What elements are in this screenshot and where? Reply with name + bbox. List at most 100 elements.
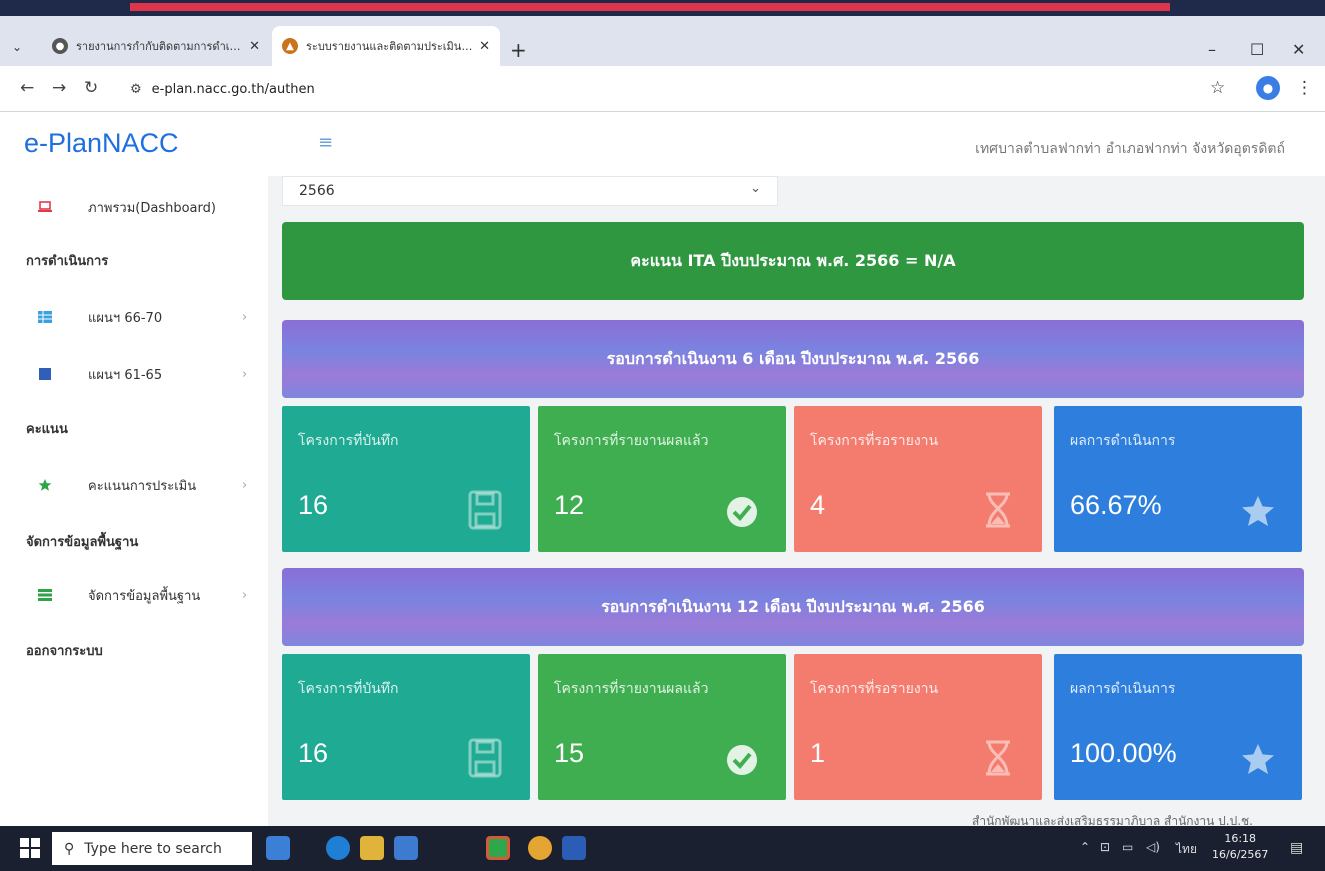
round-title: รอบการดำเนินงาน 6 เดือน ปีงบประมาณ พ.ศ. … bbox=[606, 348, 980, 368]
chevron-right-icon: › bbox=[242, 366, 248, 382]
sidebar-item-label: แผนฯ 61-65 bbox=[88, 367, 163, 383]
chevron-right-icon: › bbox=[242, 309, 248, 325]
notification-icon[interactable]: ▤ bbox=[1290, 840, 1303, 856]
sidebar-item-label: คะแนนการประเมิน bbox=[88, 478, 197, 494]
network-icon[interactable]: ⊡ bbox=[1100, 840, 1110, 854]
tab-search-icon[interactable]: ⌄ bbox=[12, 40, 22, 54]
windows-taskbar: ⚲ Type here to search ⌃ ⊡ ▭ ◁) ไทย 16:18… bbox=[0, 826, 1325, 871]
browser-menu-icon[interactable]: ⋮ bbox=[1296, 78, 1313, 98]
floppy-disk-icon bbox=[468, 738, 502, 778]
check-circle-icon bbox=[727, 497, 757, 527]
tab-close-icon[interactable]: ✕ bbox=[479, 39, 490, 54]
sidebar-item-evaluation-score[interactable]: คะแนนการประเมิน › bbox=[0, 470, 268, 500]
address-bar: ← → ↻ ⚙ e-plan.nacc.go.th/authen ☆ ⋮ bbox=[0, 66, 1325, 112]
card-label: โครงการที่บันทึก bbox=[298, 681, 399, 697]
app-header: e-PlanNACC ≡ เทศบาลตำบลฟากท่า อำเภอฟากท่… bbox=[0, 112, 1325, 176]
chevron-down-icon: ⌄ bbox=[750, 181, 761, 196]
news-widget-icon[interactable] bbox=[266, 836, 290, 860]
sidebar-item-label: ภาพรวม(Dashboard) bbox=[88, 200, 216, 216]
hourglass-icon bbox=[986, 740, 1010, 776]
brand-logo[interactable]: e-PlanNACC bbox=[24, 128, 179, 159]
card-label: ผลการดำเนินการ bbox=[1070, 681, 1176, 697]
card-value: 100.00% bbox=[1070, 738, 1177, 768]
book-icon bbox=[39, 368, 51, 380]
taskbar-clock[interactable]: 16:18 16/6/2567 bbox=[1212, 831, 1268, 863]
card-label: ผลการดำเนินการ bbox=[1070, 433, 1176, 449]
card-value: 15 bbox=[554, 738, 585, 768]
line-app-icon[interactable] bbox=[486, 836, 510, 860]
card-value: 12 bbox=[554, 490, 585, 520]
sidebar-item-label: แผนฯ 66-70 bbox=[88, 310, 163, 326]
fiscal-year-select[interactable]: 2566 ⌄ bbox=[282, 176, 778, 206]
clock-date: 16/6/2567 bbox=[1212, 848, 1269, 861]
close-window-button[interactable]: ✕ bbox=[1292, 40, 1305, 59]
top-strip bbox=[0, 0, 1325, 16]
card-label: โครงการที่รายงานผลแล้ว bbox=[554, 681, 709, 697]
card-reported-projects: โครงการที่รายงานผลแล้ว 15 bbox=[538, 654, 786, 800]
volume-icon[interactable]: ◁) bbox=[1146, 840, 1160, 854]
card-value: 4 bbox=[810, 490, 826, 520]
top-strip-accent bbox=[130, 3, 1170, 11]
taskbar-search-input[interactable]: ⚲ Type here to search bbox=[52, 832, 252, 865]
forward-icon[interactable]: → bbox=[52, 78, 66, 98]
sidebar-item-plan-66-70[interactable]: แผนฯ 66-70 › bbox=[0, 302, 268, 332]
battery-icon[interactable]: ▭ bbox=[1122, 840, 1133, 854]
card-recorded-projects: โครงการที่บันทึก 16 bbox=[282, 654, 530, 800]
sidebar-item-label: จัดการข้อมูลพื้นฐาน bbox=[88, 588, 201, 604]
url-text: e-plan.nacc.go.th/authen bbox=[151, 81, 315, 97]
card-label: โครงการที่รายงานผลแล้ว bbox=[554, 433, 709, 449]
bookmark-star-icon[interactable]: ☆ bbox=[1210, 78, 1225, 98]
hamburger-menu-icon[interactable]: ≡ bbox=[318, 132, 333, 153]
file-explorer-icon[interactable] bbox=[360, 836, 384, 860]
ita-score-banner: คะแนน ITA ปีงบประมาณ พ.ศ. 2566 = N/A bbox=[282, 222, 1304, 300]
windows-start-icon[interactable] bbox=[20, 838, 40, 858]
card-pending-projects: โครงการที่รอรายงาน 4 bbox=[794, 406, 1042, 552]
star-icon bbox=[1242, 496, 1274, 526]
tray-chevron-icon[interactable]: ⌃ bbox=[1080, 840, 1090, 854]
ita-score-text: คะแนน ITA ปีงบประมาณ พ.ศ. 2566 = N/A bbox=[630, 250, 956, 270]
sidebar-item-logout[interactable]: ออกจากระบบ bbox=[26, 640, 103, 661]
sidebar-section-score: คะแนน bbox=[26, 422, 68, 437]
browser-tab-1[interactable]: ● รายงานการกำกับติดตามการดำเนิน ✕ bbox=[42, 26, 270, 66]
card-recorded-projects: โครงการที่บันทึก 16 bbox=[282, 406, 530, 552]
site-settings-icon[interactable]: ⚙ bbox=[130, 82, 142, 97]
chevron-right-icon: › bbox=[242, 477, 248, 493]
reload-icon[interactable]: ↻ bbox=[84, 78, 98, 98]
round-6-months-banner: รอบการดำเนินงาน 6 เดือน ปีงบประมาณ พ.ศ. … bbox=[282, 320, 1304, 398]
word-app-icon[interactable] bbox=[562, 836, 586, 860]
list-icon bbox=[38, 589, 52, 601]
round-12-months-banner: รอบการดำเนินงาน 12 เดือน ปีงบประมาณ พ.ศ.… bbox=[282, 568, 1304, 646]
laptop-icon bbox=[38, 201, 52, 212]
sidebar-item-dashboard[interactable]: ภาพรวม(Dashboard) bbox=[0, 192, 268, 222]
card-label: โครงการที่รอรายงาน bbox=[810, 681, 939, 697]
edge-browser-icon[interactable] bbox=[326, 836, 350, 860]
fiscal-year-value: 2566 bbox=[299, 183, 335, 199]
browser-tab-2[interactable]: ▲ ระบบรายงานและติดตามประเมินผลการ ✕ bbox=[272, 26, 500, 66]
mail-app-icon[interactable] bbox=[394, 836, 418, 860]
card-label: โครงการที่รอรายงาน bbox=[810, 433, 939, 449]
url-field[interactable]: ⚙ e-plan.nacc.go.th/authen bbox=[120, 74, 1210, 104]
input-language[interactable]: ไทย bbox=[1176, 840, 1197, 859]
sidebar-item-master-data[interactable]: จัดการข้อมูลพื้นฐาน › bbox=[0, 580, 268, 610]
card-label: โครงการที่บันทึก bbox=[298, 433, 399, 449]
sidebar: ภาพรวม(Dashboard) การดำเนินการ แผนฯ 66-7… bbox=[0, 176, 268, 828]
sidebar-item-plan-61-65[interactable]: แผนฯ 61-65 › bbox=[0, 359, 268, 389]
card-value: 66.67% bbox=[1070, 490, 1162, 520]
tab-label: รายงานการกำกับติดตามการดำเนิน bbox=[76, 40, 244, 53]
card-value: 1 bbox=[810, 738, 826, 768]
search-placeholder: Type here to search bbox=[84, 840, 222, 857]
tab-label: ระบบรายงานและติดตามประเมินผลการ bbox=[306, 40, 473, 53]
minimize-button[interactable]: – bbox=[1208, 40, 1216, 59]
organization-name: เทศบาลตำบลฟากท่า อำเภอฟากท่า จังหวัดอุตร… bbox=[975, 141, 1285, 157]
sidebar-section-master-data: จัดการข้อมูลพื้นฐาน bbox=[26, 535, 139, 550]
tab-favicon-icon: ● bbox=[52, 38, 68, 54]
chrome-browser-icon[interactable] bbox=[528, 836, 552, 860]
back-icon[interactable]: ← bbox=[20, 78, 34, 98]
card-value: 16 bbox=[298, 738, 329, 768]
new-tab-button[interactable]: + bbox=[510, 38, 527, 62]
tab-close-icon[interactable]: ✕ bbox=[249, 39, 260, 54]
star-icon bbox=[38, 479, 52, 491]
maximize-button[interactable]: ☐ bbox=[1250, 40, 1264, 59]
round-title: รอบการดำเนินงาน 12 เดือน ปีงบประมาณ พ.ศ.… bbox=[601, 596, 985, 616]
profile-avatar-icon[interactable]: ● bbox=[1256, 76, 1280, 100]
